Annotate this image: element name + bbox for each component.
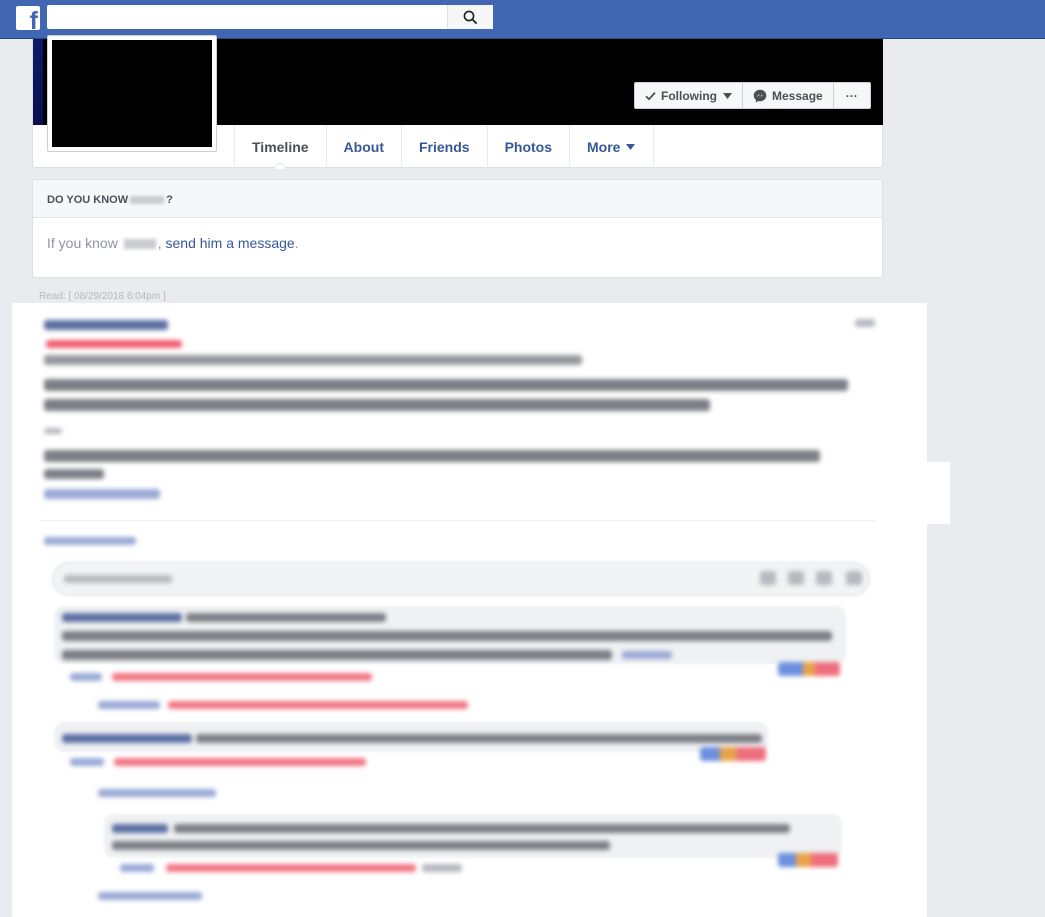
reaction-icons xyxy=(778,853,838,867)
reply-meta xyxy=(166,864,416,872)
post-text-line xyxy=(44,355,582,365)
facebook-logo-letter: f xyxy=(29,7,38,31)
post-reactions-link[interactable] xyxy=(44,537,136,545)
comment-text-line xyxy=(196,734,762,743)
write-comment-input[interactable] xyxy=(52,562,870,596)
post-divider xyxy=(40,520,875,521)
facebook-logo-icon[interactable]: f xyxy=(16,6,40,30)
read-receipt: Read: [ 08/29/2018 6:04pm ] xyxy=(39,291,166,302)
tab-friends[interactable]: Friends xyxy=(400,125,487,168)
tab-about-label: About xyxy=(343,138,384,155)
reply-meta-extra xyxy=(422,864,462,872)
post-text-line xyxy=(44,399,710,411)
do-you-know-heading: DO YOU KNOW? xyxy=(33,180,882,218)
comment-meta xyxy=(114,758,366,766)
profile-actions: Following Message ··· xyxy=(634,82,871,109)
tab-photos[interactable]: Photos xyxy=(486,125,569,168)
post-text-line xyxy=(44,428,62,434)
comment-text-line xyxy=(62,631,832,641)
comment-author-name[interactable] xyxy=(62,613,182,622)
profile-picture[interactable] xyxy=(47,35,217,152)
tab-timeline[interactable]: Timeline xyxy=(234,125,326,169)
reply-like-link[interactable] xyxy=(120,864,154,872)
do-you-know-body-suffix: . xyxy=(294,235,299,251)
view-previous-replies-link[interactable] xyxy=(98,789,216,797)
tab-photos-label: Photos xyxy=(504,138,553,155)
redacted-name xyxy=(130,196,165,205)
post-text-line xyxy=(44,379,848,391)
reply-text-line xyxy=(112,841,610,850)
reply-meta xyxy=(168,701,468,709)
tab-timeline-label: Timeline xyxy=(252,138,309,155)
reply-author[interactable] xyxy=(98,701,160,709)
do-you-know-heading-prefix: DO YOU KNOW xyxy=(47,194,129,206)
messenger-icon xyxy=(753,89,767,103)
tab-more[interactable]: More xyxy=(569,125,655,168)
comment-meta xyxy=(112,673,372,681)
top-navigation-bar: f xyxy=(0,0,1045,39)
message-label: Message xyxy=(772,88,823,103)
post-link[interactable] xyxy=(44,489,160,499)
tab-about[interactable]: About xyxy=(325,125,401,168)
reply-author-name[interactable] xyxy=(112,824,168,833)
search-input[interactable] xyxy=(47,5,437,29)
checkmark-icon xyxy=(645,91,656,101)
tab-more-label: More xyxy=(587,138,621,155)
post-timestamp xyxy=(855,319,875,327)
do-you-know-heading-suffix: ? xyxy=(166,194,173,206)
search-button[interactable] xyxy=(447,5,493,29)
gif-icon[interactable] xyxy=(788,571,804,585)
see-more-link[interactable] xyxy=(622,651,672,659)
post-author-name[interactable] xyxy=(44,320,168,330)
message-button[interactable]: Message xyxy=(743,83,834,108)
comment-text-line xyxy=(186,613,386,622)
post-side-tab xyxy=(927,462,950,524)
reply-bubble xyxy=(104,814,842,858)
post-subtitle xyxy=(46,340,182,348)
comment-text-line xyxy=(62,650,612,660)
do-you-know-body-prefix: If you know xyxy=(47,235,118,251)
following-label: Following xyxy=(661,88,717,103)
sticker-icon[interactable] xyxy=(816,571,832,585)
search-bar xyxy=(47,5,493,29)
reaction-icons xyxy=(700,747,766,761)
camera-icon[interactable] xyxy=(760,571,776,585)
post-text-line xyxy=(44,469,104,479)
post-text-line xyxy=(44,450,820,462)
reaction-icons xyxy=(778,662,840,676)
caret-down-icon xyxy=(626,143,636,150)
reply-text-line xyxy=(174,824,790,833)
search-icon xyxy=(463,10,478,25)
comment-author-name[interactable] xyxy=(62,734,192,743)
comment-like-link[interactable] xyxy=(70,758,104,766)
following-button[interactable]: Following xyxy=(635,83,743,108)
redacted-name xyxy=(123,239,156,250)
comment-like-link[interactable] xyxy=(70,673,102,681)
profile-tabs: Timeline About Friends Photos More xyxy=(234,125,655,169)
caret-down-icon xyxy=(723,92,732,99)
send-message-link[interactable]: send him a message xyxy=(166,235,295,251)
emoji-icon[interactable] xyxy=(846,571,862,585)
tab-friends-label: Friends xyxy=(418,138,470,155)
do-you-know-body: If you know , send him a message. xyxy=(47,235,299,251)
do-you-know-card: DO YOU KNOW? If you know , send him a me… xyxy=(32,179,883,278)
more-options-label: ··· xyxy=(845,88,858,103)
profile-picture-image xyxy=(52,40,212,147)
more-options-button[interactable]: ··· xyxy=(834,83,870,108)
view-more-replies-link[interactable] xyxy=(98,892,202,900)
comment-placeholder xyxy=(64,575,172,583)
cover-photo-edge xyxy=(33,39,43,125)
profile-header: Following Message ··· Timeline About Fri… xyxy=(32,35,883,169)
